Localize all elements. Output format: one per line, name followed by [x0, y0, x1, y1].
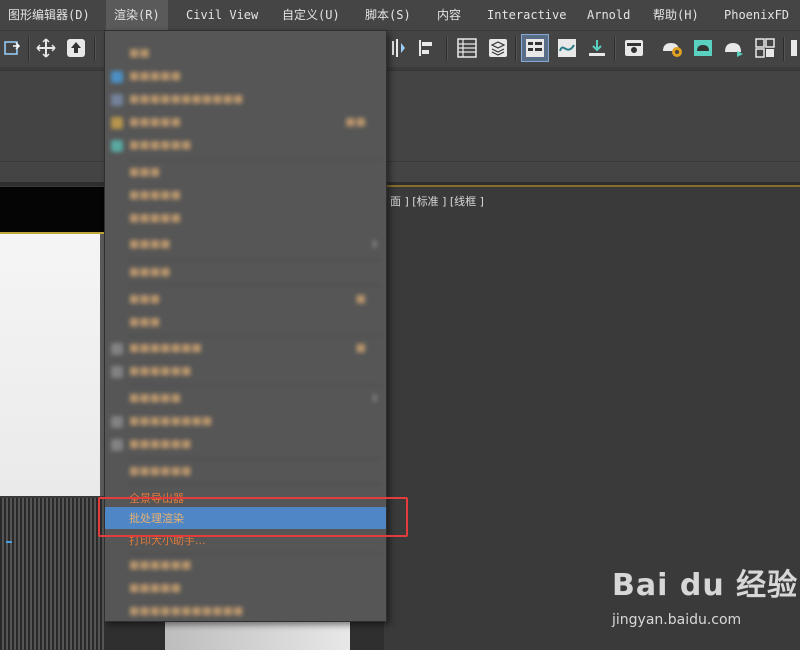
render-production-icon[interactable] [721, 35, 747, 61]
watermark-logo: Bai du 经验 [612, 568, 799, 603]
menu-help[interactable]: 帮助(H) [653, 0, 699, 30]
curve-editor-icon[interactable] [554, 35, 580, 61]
toolbar-overflow-icon[interactable] [788, 35, 800, 61]
align-icon[interactable] [414, 35, 440, 61]
render-iterative-icon[interactable] [752, 35, 778, 61]
bottom-panel-bar [165, 622, 350, 650]
viewport-label-prefix: 面 ] [390, 195, 409, 208]
blurred-menu-items-bottom: ■■■■■■ ■■■■■ ■■■■■■■■■■■ [105, 551, 386, 621]
viewport-label-modes[interactable]: [标准 ] [线框 ] [412, 195, 484, 208]
move-snap-icon[interactable] [0, 35, 26, 61]
left-viewport-header [0, 187, 104, 232]
baidu-jingyan-watermark: Bai du 经验 jingyan.baidu.com [612, 560, 797, 640]
select-upload-icon[interactable] [63, 35, 89, 61]
render-setup-icon[interactable] [659, 35, 685, 61]
menu-graph-editors[interactable]: 图形编辑器(D) [8, 0, 90, 30]
viewport-label[interactable]: 面 ] [标准 ] [线框 ] [390, 193, 484, 209]
schematic-view-icon[interactable] [584, 35, 610, 61]
menu-phoenixfd[interactable]: PhoenixFD [724, 0, 789, 30]
watermark-url: jingyan.baidu.com [612, 612, 742, 628]
menu-civil-view[interactable]: Civil View [186, 0, 258, 30]
menu-bar: 图形编辑器(D) 渲染(R) Civil View 自定义(U) 脚本(S) 内… [0, 0, 800, 31]
left-viewport-canvas[interactable] [0, 234, 100, 496]
material-editor-icon[interactable] [621, 35, 647, 61]
menu-content[interactable]: 内容 [437, 0, 461, 30]
menu-rendering[interactable]: 渲染(R) [106, 0, 168, 30]
timeline-track[interactable] [0, 498, 104, 650]
mirror-icon[interactable] [385, 35, 411, 61]
highlight-box [98, 497, 408, 537]
menu-customize[interactable]: 自定义(U) [282, 0, 340, 30]
layer-explorer-icon[interactable] [485, 35, 511, 61]
menu-arnold[interactable]: Arnold [587, 0, 630, 30]
rendered-frame-window-icon[interactable] [690, 35, 716, 61]
menu-scripting[interactable]: 脚本(S) [365, 0, 411, 30]
move-icon[interactable] [33, 35, 59, 61]
toggle-ribbon-icon[interactable] [521, 34, 549, 62]
timeline-marker [6, 541, 12, 543]
scene-explorer-icon[interactable] [454, 35, 480, 61]
menu-interactive[interactable]: Interactive [487, 0, 566, 30]
